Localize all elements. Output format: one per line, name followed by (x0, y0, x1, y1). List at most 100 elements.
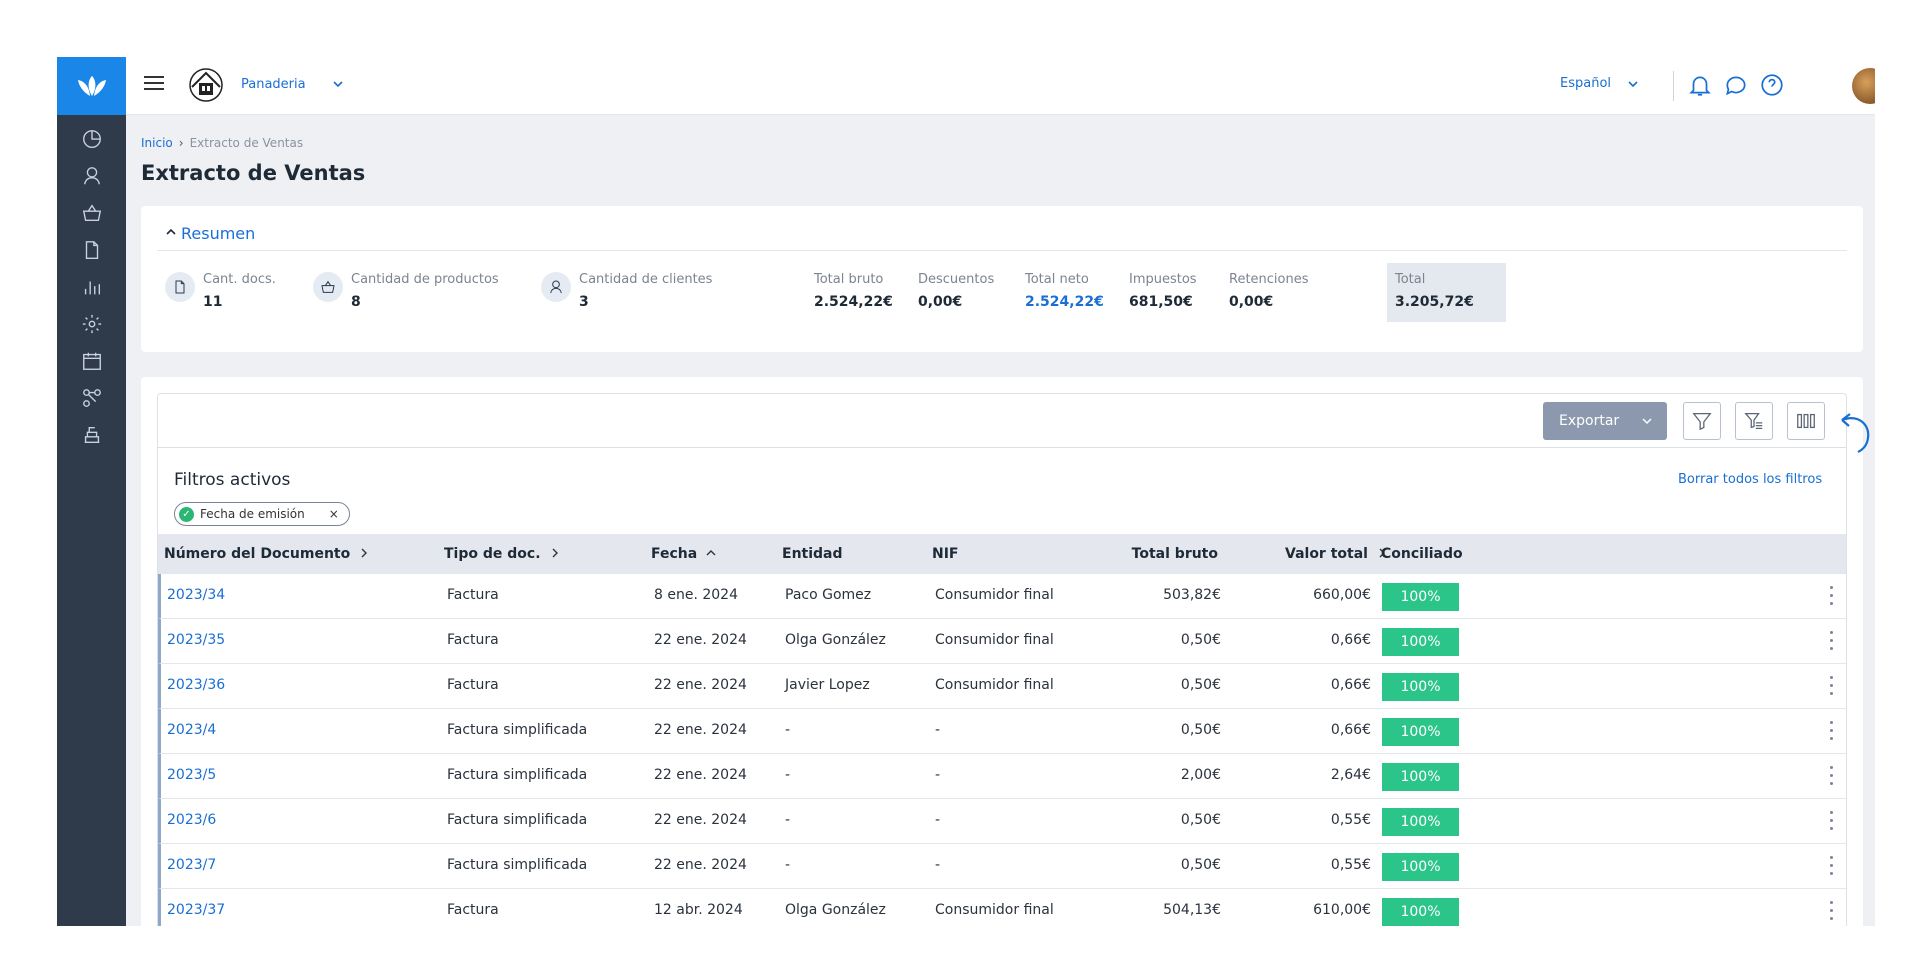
sidebar-item-pos[interactable] (57, 417, 126, 453)
reconciled-badge: 100% (1382, 628, 1459, 656)
avatar[interactable] (1852, 68, 1875, 104)
document-number-link[interactable]: 2023/7 (167, 857, 216, 873)
calendar-icon (82, 352, 101, 370)
row-actions-icon[interactable] (1829, 856, 1835, 878)
summary-title: Resumen (181, 224, 256, 243)
nif-cell: - (935, 767, 941, 783)
stat-value: 8 (351, 294, 361, 310)
columns-icon (1797, 413, 1815, 429)
top-bar: Panaderia Español (126, 57, 1875, 115)
stat-value: 11 (203, 294, 223, 310)
table-row[interactable]: 2023/7 Factura simplificada 22 ene. 2024 - -… (158, 844, 1846, 889)
column-header-nif[interactable]: NIF (932, 546, 959, 562)
column-label: Número del Documento (164, 546, 351, 562)
date-cell: 22 ene. 2024 (654, 857, 747, 873)
basket-icon (313, 272, 343, 302)
summary-toggle[interactable]: Resumen (165, 224, 255, 243)
filter-chip[interactable]: ✓ Fecha de emisión × (174, 502, 350, 526)
gross-cell: 503,82€ (1163, 587, 1221, 603)
check-icon: ✓ (179, 506, 194, 522)
chat-button[interactable] (1723, 72, 1749, 98)
row-actions-icon[interactable] (1829, 766, 1835, 788)
chevron-down-icon[interactable] (1626, 77, 1640, 91)
column-header-entity[interactable]: Entidad (782, 546, 843, 562)
document-number-link[interactable]: 2023/4 (167, 722, 216, 738)
row-actions-icon[interactable] (1829, 676, 1835, 698)
document-icon (85, 241, 98, 259)
sidebar-item-calendar[interactable] (57, 343, 126, 379)
nif-cell: Consumidor final (935, 902, 1054, 918)
table-row[interactable]: 2023/35 Factura 22 ene. 2024 Olga González C… (158, 619, 1846, 664)
document-number-link[interactable]: 2023/35 (167, 632, 225, 648)
document-number-link[interactable]: 2023/37 (167, 902, 225, 918)
table-row[interactable]: 2023/4 Factura simplificada 22 ene. 2024 - -… (158, 709, 1846, 754)
menu-icon[interactable] (144, 76, 164, 96)
row-actions-icon[interactable] (1829, 811, 1835, 833)
table-row[interactable]: 2023/34 Factura 8 ene. 2024 Paco Gomez Consu… (158, 574, 1846, 619)
column-header-total[interactable]: Valor total (1285, 546, 1388, 562)
doc-type-cell: Factura simplificada (447, 722, 588, 738)
table-row[interactable]: 2023/37 Factura 12 abr. 2024 Olga González C… (158, 889, 1846, 926)
document-number-link[interactable]: 2023/34 (167, 587, 225, 603)
sidebar-item-integrations[interactable] (57, 380, 126, 416)
total-cell: 2,64€ (1330, 767, 1371, 783)
document-number-link[interactable]: 2023/5 (167, 767, 216, 783)
column-header-reconciled[interactable]: Conciliado (1381, 546, 1463, 562)
table-row[interactable]: 2023/6 Factura simplificada 22 ene. 2024 - -… (158, 799, 1846, 844)
user-icon (541, 272, 571, 302)
brand-logo[interactable] (57, 57, 126, 115)
sidebar-item-settings[interactable] (57, 306, 126, 342)
date-cell: 22 ene. 2024 (654, 812, 747, 828)
column-label: Valor total (1285, 546, 1368, 562)
gross-cell: 0,50€ (1180, 857, 1221, 873)
row-actions-icon[interactable] (1829, 721, 1835, 743)
sidebar (57, 57, 126, 926)
chevron-down-icon[interactable] (331, 77, 345, 91)
column-header-doc-type[interactable]: Tipo de doc. (444, 546, 561, 562)
sidebar-item-dashboard[interactable] (57, 121, 126, 157)
lotus-icon (77, 76, 106, 96)
document-number-link[interactable]: 2023/6 (167, 812, 216, 828)
entity-cell: Olga González (785, 902, 886, 918)
stat-value: 2.524,22€ (1025, 294, 1104, 310)
column-header-doc-number[interactable]: Número del Documento (164, 546, 370, 562)
table-row[interactable]: 2023/36 Factura 22 ene. 2024 Javier Lopez Co… (158, 664, 1846, 709)
date-cell: 22 ene. 2024 (654, 722, 747, 738)
reconciled-badge: 100% (1382, 673, 1459, 701)
row-actions-icon[interactable] (1829, 901, 1835, 923)
basket-icon (82, 204, 101, 222)
help-button[interactable] (1759, 72, 1785, 98)
notifications-button[interactable] (1687, 72, 1713, 98)
document-number-link[interactable]: 2023/36 (167, 677, 225, 693)
column-header-gross[interactable]: Total bruto (1118, 546, 1218, 562)
help-icon (1761, 74, 1783, 96)
advanced-filter-button[interactable] (1735, 402, 1773, 440)
nif-cell: - (935, 812, 941, 828)
active-filters-title: Filtros activos (174, 470, 291, 490)
stat-label: Cantidad de productos (351, 272, 499, 287)
export-button[interactable]: Exportar (1543, 402, 1667, 440)
clear-filters-link[interactable]: Borrar todos los filtros (1678, 472, 1822, 487)
filter-settings-icon (1744, 413, 1763, 429)
row-actions-icon[interactable] (1829, 631, 1835, 653)
columns-button[interactable] (1787, 402, 1825, 440)
row-actions-icon[interactable] (1829, 586, 1835, 608)
app-window: Panaderia Español Inicio › Extracto de Ven… (57, 57, 1875, 926)
entity-cell: - (785, 722, 791, 738)
sidebar-item-documents[interactable] (57, 232, 126, 268)
sidebar-item-contacts[interactable] (57, 158, 126, 194)
breadcrumb-home[interactable]: Inicio (141, 136, 173, 150)
language-selector[interactable]: Español (1560, 76, 1611, 91)
company-name[interactable]: Panaderia (241, 77, 306, 92)
nif-cell: - (935, 722, 941, 738)
sidebar-item-products[interactable] (57, 195, 126, 231)
company-logo[interactable] (186, 65, 226, 105)
sidebar-item-reports[interactable] (57, 269, 126, 305)
filter-button[interactable] (1683, 402, 1721, 440)
close-icon[interactable]: × (329, 507, 339, 521)
column-header-date[interactable]: Fecha (651, 546, 717, 562)
divider (158, 447, 1846, 448)
table-row[interactable]: 2023/5 Factura simplificada 22 ene. 2024 - -… (158, 754, 1846, 799)
gross-cell: 504,13€ (1163, 902, 1221, 918)
stat-label: Total neto (1025, 272, 1089, 287)
